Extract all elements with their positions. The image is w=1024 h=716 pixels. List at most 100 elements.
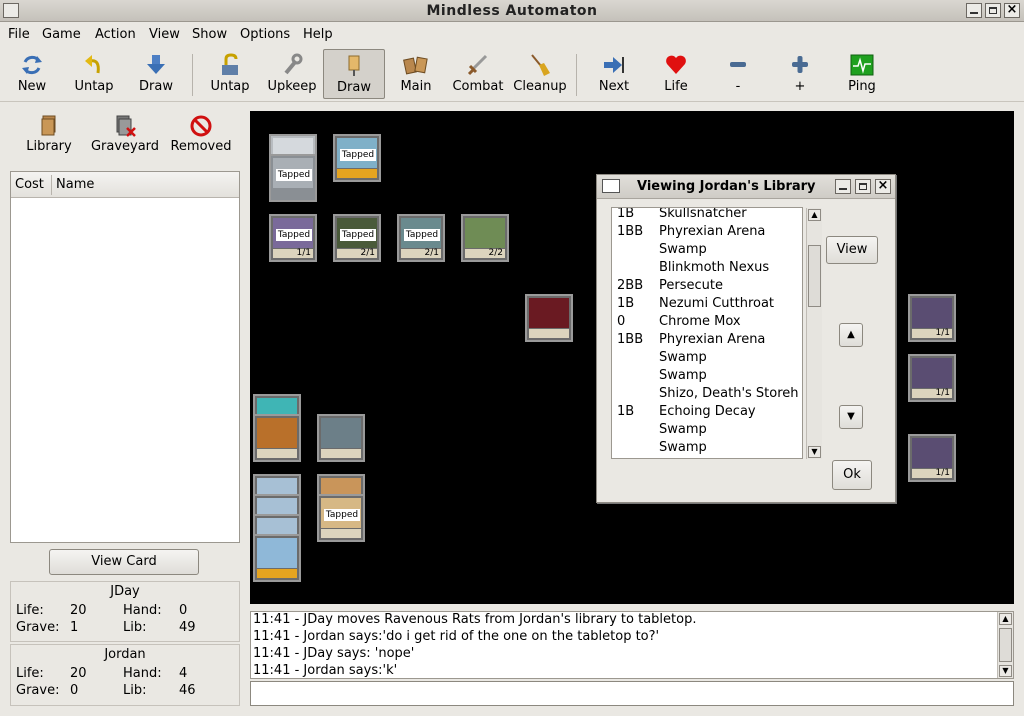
removed-icon [162,113,240,139]
column-name[interactable]: Name [56,177,94,192]
tapped-label: Tapped [324,509,360,521]
menu-game[interactable]: Game [42,27,81,42]
card[interactable]: Tapped 2/1 [397,214,445,262]
library-row[interactable]: Swamp [612,422,802,440]
down-arrow-icon [125,52,187,78]
library-row[interactable]: 1BB Phyrexian Arena [612,332,802,350]
library-row[interactable]: 0 Chrome Mox [612,314,802,332]
ping-icon [831,52,893,78]
library-row[interactable]: Blinkmoth Nexus [612,260,802,278]
card-name: Swamp [659,422,707,437]
column-cost[interactable]: Cost [15,177,44,192]
dialog-minimize-button[interactable] [835,179,851,194]
player-panel-jday: JDay Life: 20 Hand: 0 Grave: 1 Lib: 49 [10,581,240,642]
menu-view[interactable]: View [149,27,180,42]
library-row[interactable]: Swamp [612,242,802,260]
card[interactable]: Tapped [333,134,381,182]
library-row[interactable]: 1B Echoing Decay [612,404,802,422]
card[interactable]: Tapped 1/1 [269,214,317,262]
menu-bar: File Game Action View Show Options Help [0,23,1024,46]
card[interactable] [317,414,365,462]
increase-life-button[interactable]: + [769,49,831,99]
library-list[interactable]: 1B Skullsnatcher 1BB Phyrexian Arena Swamp Bl… [611,207,803,459]
chevron-up-icon: ▲ [847,329,855,340]
graveyard-icon [86,113,164,139]
card[interactable]: Tapped [269,154,317,202]
menu-file[interactable]: File [8,27,30,42]
card[interactable]: 1/1 [908,434,956,482]
life-button[interactable]: Life [645,49,707,99]
menu-action[interactable]: Action [95,27,136,42]
ping-button[interactable]: Ping [831,49,893,99]
card[interactable] [253,414,301,462]
upkeep-phase-button[interactable]: Upkeep [261,49,323,99]
card-name: Skullsnatcher [659,207,747,221]
dialog-close-button[interactable]: × [875,178,891,194]
card[interactable] [253,534,301,582]
card[interactable]: 2/2 [461,214,509,262]
power-toughness: 2/1 [337,249,377,258]
menu-options[interactable]: Options [240,27,290,42]
player-lib: 46 [179,683,196,698]
card-list[interactable]: Cost Name [10,171,240,543]
scroll-thumb[interactable] [999,628,1012,662]
chat-line: 11:41 - JDay moves Ravenous Rats from Jo… [253,612,697,627]
move-down-button[interactable]: ▼ [839,405,863,429]
library-row[interactable]: 1B Skullsnatcher [612,207,802,224]
graveyard-button[interactable]: Graveyard [86,113,164,154]
tapped-label: Tapped [340,229,376,241]
scroll-down-icon[interactable]: ▼ [999,665,1012,677]
chevron-down-icon: ▼ [847,411,855,422]
library-scrollbar[interactable]: ▲ ▼ [806,208,822,459]
close-button[interactable]: × [1004,2,1020,18]
card[interactable]: 1/1 [908,294,956,342]
card[interactable]: Tapped 2/1 [333,214,381,262]
view-button[interactable]: View [826,236,878,264]
power-toughness: 2/1 [401,249,441,258]
draw-phase-button[interactable]: Draw [323,49,385,99]
removed-button[interactable]: Removed [162,113,240,154]
combat-phase-button[interactable]: Combat [447,49,509,99]
library-row[interactable]: Swamp [612,440,802,458]
scroll-down-icon[interactable]: ▼ [808,446,821,458]
library-row[interactable]: Swamp [612,350,802,368]
next-button[interactable]: Next [583,49,645,99]
card[interactable] [525,294,573,342]
minimize-button[interactable] [966,3,982,18]
library-row[interactable]: Swamp [612,368,802,386]
draw-button[interactable]: Draw [125,49,187,99]
view-card-button[interactable]: View Card [49,549,199,575]
card[interactable]: 1/1 [908,354,956,402]
scroll-thumb[interactable] [808,245,821,307]
heart-icon [645,52,707,78]
move-up-button[interactable]: ▲ [839,323,863,347]
power-toughness: 1/1 [912,389,952,398]
cleanup-phase-button[interactable]: Cleanup [509,49,571,99]
chat-scrollbar[interactable]: ▲ ▼ [997,612,1013,678]
scroll-up-icon[interactable]: ▲ [808,209,821,221]
library-row[interactable]: Shizo, Death's Storeh [612,386,802,404]
library-row[interactable]: 1BB Phyrexian Arena [612,224,802,242]
new-button[interactable]: New [1,49,63,99]
untap-phase-button[interactable]: Untap [199,49,261,99]
chat-input[interactable] [250,681,1014,706]
window-menu-icon[interactable] [602,179,620,193]
menu-help[interactable]: Help [303,27,333,42]
tapped-label: Tapped [340,149,376,161]
library-row[interactable]: 1B Nezumi Cutthroat [612,296,802,314]
minus-icon [707,52,769,78]
card[interactable]: Tapped [317,494,365,542]
menu-show[interactable]: Show [192,27,227,42]
scroll-up-icon[interactable]: ▲ [999,613,1012,625]
untap-button[interactable]: Untap [63,49,125,99]
main-phase-button[interactable]: Main [385,49,447,99]
library-row[interactable]: 2BB Persecute [612,278,802,296]
chat-log[interactable]: 11:41 - JDay moves Ravenous Rats from Jo… [250,611,1014,679]
ok-button[interactable]: Ok [832,460,872,490]
decrease-life-button[interactable]: - [707,49,769,99]
library-button[interactable]: Library [10,113,88,154]
maximize-button[interactable] [985,3,1001,18]
dialog-titlebar: Viewing Jordan's Library × [597,175,895,199]
player-grave: 0 [70,683,79,698]
dialog-maximize-button[interactable] [855,179,871,194]
